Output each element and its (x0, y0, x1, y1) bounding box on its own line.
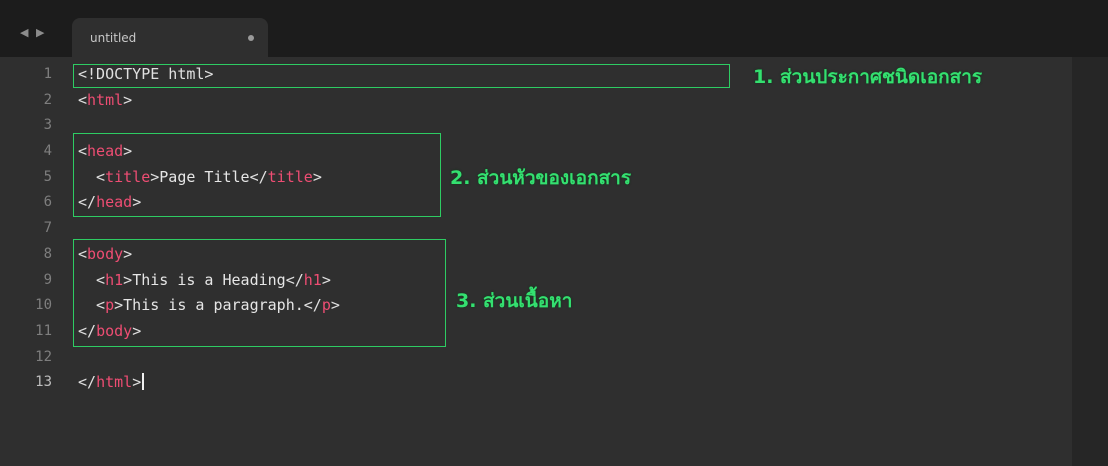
punctuation-token: < (78, 167, 106, 186)
minimap-area[interactable] (1072, 57, 1108, 466)
code-line[interactable]: <!DOCTYPE html> (78, 62, 340, 88)
line-number: 3 (43, 117, 52, 134)
code-line[interactable]: </body> (78, 319, 340, 345)
punctuation-token: < (78, 90, 88, 109)
punctuation-token: < (78, 270, 106, 289)
punctuation-token: > (312, 167, 322, 186)
line-number: 5 (43, 168, 52, 185)
tag-name-token: html (87, 90, 124, 109)
punctuation-token: > (150, 167, 160, 186)
punctuation-token: </ (303, 296, 322, 315)
punctuation-token: </ (78, 373, 97, 392)
tag-name-token: title (267, 167, 313, 186)
line-number: 11 (35, 322, 52, 339)
punctuation-token: </ (78, 193, 97, 212)
punctuation-token: > (321, 270, 331, 289)
punctuation-token: </ (78, 321, 97, 340)
code-line[interactable]: <h1>This is a Heading</h1> (78, 268, 340, 294)
tag-name-token: h1 (105, 270, 124, 289)
punctuation-token: < (78, 142, 88, 161)
code-line[interactable] (78, 216, 340, 242)
text-cursor (142, 373, 144, 391)
punctuation-token: </ (285, 270, 304, 289)
tab-nav-arrows-icon[interactable]: ◀ ▶ (20, 26, 46, 39)
line-number: 4 (43, 143, 52, 160)
code-line[interactable]: <html> (78, 88, 340, 114)
tab-title: untitled (90, 31, 137, 45)
line-number: 6 (43, 194, 52, 211)
code-line[interactable]: <head> (78, 139, 340, 165)
punctuation-token: <!DOCTYPE html> (78, 65, 214, 83)
unsaved-dot-icon[interactable] (248, 35, 254, 41)
tag-name-token: p (321, 296, 331, 315)
line-number: 2 (43, 91, 52, 108)
line-number: 8 (43, 245, 52, 262)
text-token: This is a paragraph. (123, 296, 304, 315)
code-line[interactable]: <title>Page Title</title> (78, 165, 340, 191)
tab-untitled[interactable]: untitled (72, 18, 268, 57)
code-line[interactable] (78, 113, 340, 139)
line-number: 13 (35, 374, 52, 391)
tag-name-token: body (96, 321, 133, 340)
tag-name-token: body (87, 244, 124, 263)
code-area[interactable]: <!DOCTYPE html> <html> <head> <title>Page … (78, 62, 340, 396)
tag-name-token: head (96, 193, 133, 212)
annotation-doctype: 1. ส่วนประกาศชนิดเอกสาร (753, 66, 983, 88)
punctuation-token: > (132, 193, 142, 212)
annotation-head: 2. ส่วนหัวของเอกสาร (450, 167, 632, 189)
tag-name-token: head (87, 142, 124, 161)
line-number: 9 (43, 271, 52, 288)
line-number: 1 (43, 66, 52, 82)
code-line[interactable]: </head> (78, 190, 340, 216)
punctuation-token: </ (249, 167, 268, 186)
punctuation-token: < (78, 296, 106, 315)
tag-name-token: h1 (303, 270, 322, 289)
line-number: 7 (43, 220, 52, 237)
line-number: 12 (35, 348, 52, 365)
editor-window: ◀ ▶ untitled 1 2 3 4 5 6 7 8 9 10 11 12 13 <!DOCTYPE… (0, 0, 1108, 466)
punctuation-token: > (132, 373, 142, 392)
punctuation-token: > (132, 321, 142, 340)
punctuation-token: > (114, 296, 124, 315)
line-number: 10 (35, 297, 52, 314)
code-line[interactable] (78, 345, 340, 371)
text-token: This is a Heading (132, 270, 286, 289)
punctuation-token: > (123, 142, 133, 161)
punctuation-token: < (78, 244, 88, 263)
code-line[interactable]: <body> (78, 242, 340, 268)
tag-name-token: html (96, 373, 133, 392)
text-token: Page Title (159, 167, 250, 186)
code-line[interactable]: <p>This is a paragraph.</p> (78, 293, 340, 319)
code-line[interactable]: </html> (78, 370, 340, 396)
punctuation-token: > (123, 90, 133, 109)
tab-bar: ◀ ▶ untitled (0, 0, 1108, 57)
tag-name-token: title (105, 167, 151, 186)
line-number-gutter: 1 2 3 4 5 6 7 8 9 10 11 12 13 (0, 62, 60, 396)
punctuation-token: > (330, 296, 340, 315)
annotation-body: 3. ส่วนเนื้อหา (456, 290, 573, 312)
punctuation-token: > (123, 270, 133, 289)
tag-name-token: p (105, 296, 115, 315)
punctuation-token: > (123, 244, 133, 263)
